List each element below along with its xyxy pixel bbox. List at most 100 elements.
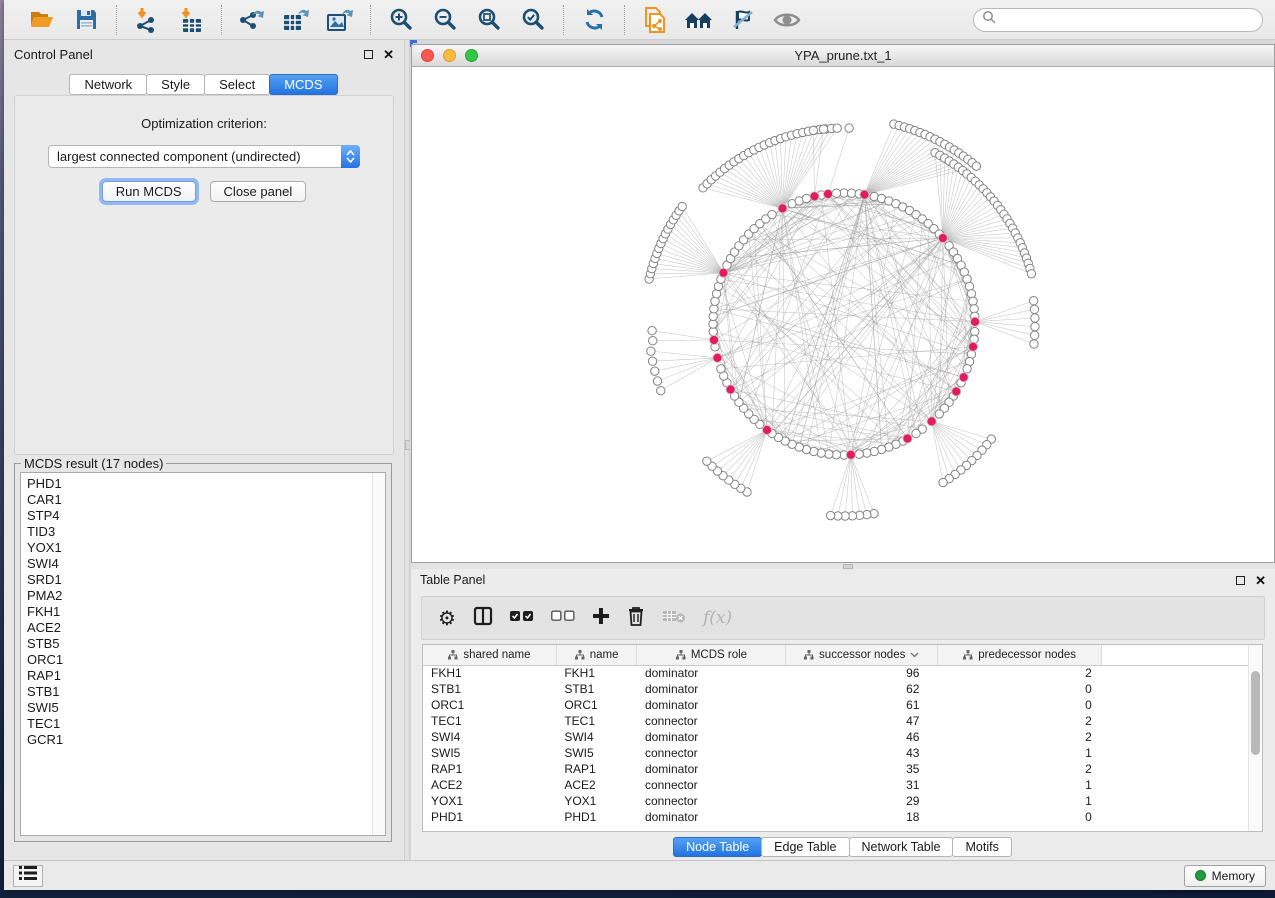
delete-table-button-disabled[interactable] (662, 608, 686, 629)
network-node[interactable] (809, 126, 817, 134)
network-node[interactable] (967, 290, 975, 298)
network-node[interactable] (833, 124, 841, 132)
result-node-item[interactable]: STB5 (27, 636, 385, 652)
clone-network-button[interactable] (637, 4, 673, 36)
create-column-button[interactable] (592, 607, 610, 630)
network-node[interactable] (768, 210, 776, 218)
result-node-item[interactable]: YOX1 (27, 540, 385, 556)
table-scrollbar[interactable] (1248, 645, 1262, 831)
mcds-hub-node[interactable] (762, 425, 771, 434)
export-network-button[interactable] (234, 4, 270, 36)
home-button[interactable] (681, 4, 717, 36)
network-node[interactable] (870, 447, 878, 455)
result-node-item[interactable]: STP4 (27, 508, 385, 524)
mcds-hub-node[interactable] (927, 417, 936, 426)
network-node[interactable] (651, 367, 659, 375)
unselect-all-columns-button[interactable] (551, 609, 575, 627)
mcds-hub-node[interactable] (952, 387, 961, 396)
network-node[interactable] (711, 297, 719, 305)
result-node-item[interactable]: TID3 (27, 524, 385, 540)
import-network-button[interactable] (129, 4, 165, 36)
mcds-result-list[interactable]: PHD1CAR1STP4TID3YOX1SWI4SRD1PMA2FKH1ACE2… (20, 472, 386, 836)
network-node[interactable] (969, 297, 977, 305)
network-node[interactable] (1031, 314, 1039, 322)
result-node-item[interactable]: ACE2 (27, 620, 385, 636)
mcds-hub-node[interactable] (823, 189, 832, 198)
network-node[interactable] (1030, 305, 1038, 313)
column-header-MCDS-role[interactable]: MCDS role (637, 645, 786, 665)
tab-mcds[interactable]: MCDS (269, 74, 337, 95)
network-node[interactable] (863, 449, 871, 457)
node-table-header[interactable]: shared namenameMCDS rolesuccessor nodesp… (423, 645, 1262, 665)
zoom-in-button[interactable] (383, 4, 419, 36)
zoom-out-button[interactable] (427, 4, 463, 36)
column-header-name[interactable]: name (556, 645, 637, 665)
result-list-scrollbar[interactable] (372, 473, 385, 835)
hide-annotations-button[interactable] (725, 4, 761, 36)
tab-network-table[interactable]: Network Table (849, 837, 954, 857)
network-canvas-wrap[interactable] (412, 67, 1274, 562)
network-node[interactable] (819, 125, 827, 133)
network-node[interactable] (678, 202, 686, 210)
column-header-shared-name[interactable]: shared name (423, 645, 556, 665)
network-node[interactable] (855, 450, 863, 458)
table-row[interactable]: ACE2ACE2connector311 (423, 777, 1262, 793)
import-table-button[interactable] (173, 4, 209, 36)
network-node[interactable] (802, 194, 810, 202)
network-node[interactable] (935, 410, 943, 418)
mcds-hub-node[interactable] (713, 353, 722, 362)
mcds-hub-node[interactable] (810, 192, 819, 201)
show-graphics-button[interactable] (769, 4, 805, 36)
result-node-item[interactable]: CAR1 (27, 492, 385, 508)
result-node-item[interactable]: PHD1 (27, 476, 385, 492)
mcds-hub-node[interactable] (726, 385, 735, 394)
close-panel-button[interactable]: Close panel (210, 181, 307, 202)
network-node[interactable] (939, 478, 947, 486)
result-node-item[interactable]: STB1 (27, 684, 385, 700)
network-node[interactable] (649, 337, 657, 345)
mcds-hub-node[interactable] (778, 204, 787, 213)
result-node-item[interactable]: SRD1 (27, 572, 385, 588)
network-node[interactable] (826, 511, 834, 519)
table-row[interactable]: ORC1ORC1dominator610 (423, 697, 1262, 713)
network-node[interactable] (825, 450, 833, 458)
network-node[interactable] (817, 449, 825, 457)
table-row[interactable]: YOX1YOX1connector291 (423, 793, 1262, 809)
result-node-item[interactable]: FKH1 (27, 604, 385, 620)
table-scrollbar-thumb[interactable] (1251, 671, 1260, 755)
network-node[interactable] (963, 365, 971, 373)
refresh-button[interactable] (576, 4, 612, 36)
memory-button[interactable]: Memory (1184, 865, 1266, 887)
network-node[interactable] (972, 162, 980, 170)
result-node-item[interactable]: GCR1 (27, 732, 385, 748)
result-node-item[interactable]: TEC1 (27, 716, 385, 732)
zoom-fit-button[interactable] (471, 4, 507, 36)
result-node-item[interactable]: PMA2 (27, 588, 385, 604)
network-node[interactable] (912, 429, 920, 437)
result-node-item[interactable]: SWI5 (27, 700, 385, 716)
mcds-hub-node[interactable] (903, 434, 912, 443)
show-log-button[interactable] (13, 865, 43, 887)
criterion-dropdown[interactable]: largest connected component (undirected) (48, 145, 360, 168)
tab-network[interactable]: Network (69, 74, 147, 95)
function-builder-button-disabled[interactable]: f(x) (703, 608, 732, 628)
network-node[interactable] (648, 357, 656, 365)
show-column-browser-button[interactable] (473, 606, 493, 631)
mcds-hub-node[interactable] (719, 268, 728, 277)
table-row[interactable]: TEC1TEC1connector472 (423, 713, 1262, 729)
network-node[interactable] (648, 327, 656, 335)
open-file-button[interactable] (24, 4, 60, 36)
table-row[interactable]: SWI5SWI5connector431 (423, 745, 1262, 761)
network-node[interactable] (657, 386, 665, 394)
result-node-item[interactable]: ORC1 (27, 652, 385, 668)
table-row[interactable]: FKH1FKH1dominator962 (423, 665, 1262, 681)
node-table-body[interactable]: FKH1FKH1dominator962STB1STB1dominator620… (423, 665, 1262, 825)
run-mcds-button[interactable]: Run MCDS (102, 181, 196, 202)
tab-motifs[interactable]: Motifs (952, 837, 1011, 857)
mcds-hub-node[interactable] (959, 373, 968, 382)
float-panel-icon[interactable] (364, 50, 373, 59)
tab-node-table[interactable]: Node Table (673, 837, 762, 857)
delete-column-button[interactable] (627, 606, 645, 631)
select-all-columns-button[interactable] (510, 609, 534, 627)
close-table-panel-icon[interactable]: ✕ (1255, 574, 1266, 587)
